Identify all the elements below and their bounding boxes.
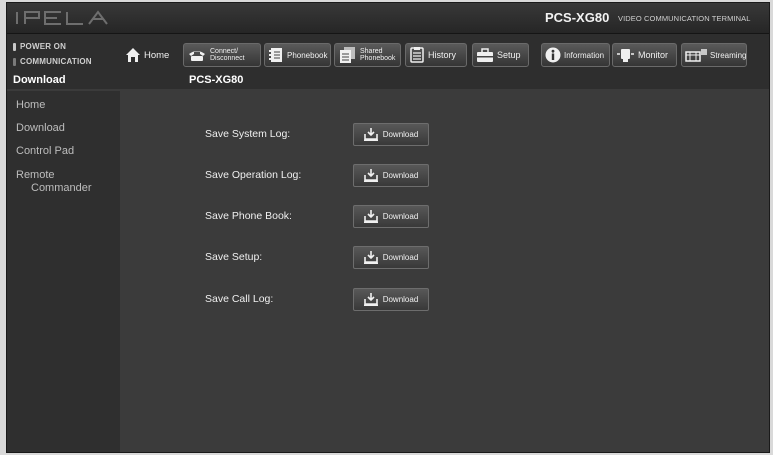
communication-indicator (13, 57, 16, 66)
nav-shared-phonebook-label: Shared Phonebook (360, 48, 395, 62)
sidebar-item-control-pad[interactable]: Control Pad (16, 145, 74, 157)
download-phone-book-button[interactable]: Download (353, 205, 429, 228)
nav-shared-phonebook-button[interactable]: Shared Phonebook (334, 43, 401, 67)
page-model-label: PCS-XG80 (189, 74, 244, 86)
product-subtitle: VIDEO COMMUNICATION TERMINAL (618, 14, 751, 23)
status-panel: POWER ON COMMUNICATION (13, 40, 92, 70)
communication-status: COMMUNICATION (13, 55, 92, 68)
toolbox-icon (477, 48, 493, 62)
nav-monitor-button[interactable]: Monitor (612, 43, 677, 67)
model-title: PCS-XG80 (545, 10, 610, 25)
download-button-label: Download (382, 171, 419, 180)
nav-history-label: History (428, 50, 457, 60)
nav-setup-button[interactable]: Setup (472, 43, 529, 67)
nav-history-button[interactable]: History (405, 43, 467, 67)
history-icon (410, 47, 424, 63)
toolbar: POWER ON COMMUNICATION Home Connect/ Dis… (7, 34, 769, 89)
app-window: PCS-XG80 VIDEO COMMUNICATION TERMINAL PO… (6, 2, 770, 453)
sidebar-item-remote-commander[interactable]: Remote Commander (16, 169, 92, 195)
save-operation-log-label: Save Operation Log: (205, 169, 302, 181)
download-icon (363, 210, 378, 223)
nav-phonebook-button[interactable]: Phonebook (264, 43, 331, 67)
title-bar: PCS-XG80 VIDEO COMMUNICATION TERMINAL (7, 3, 769, 34)
download-button-label: Download (382, 295, 419, 304)
sidebar: Home Download Control Pad Remote Command… (7, 91, 120, 452)
save-setup-label: Save Setup: (205, 251, 263, 263)
nav-connect-label-line2: Disconnect (210, 55, 245, 62)
download-button-label: Download (382, 212, 419, 221)
nav-information-label: Information (564, 50, 605, 60)
home-icon (126, 48, 140, 62)
nav-connect-label-line1: Connect/ (210, 48, 239, 55)
nav-information-button[interactable]: Information (541, 43, 610, 67)
power-status-label: POWER ON (20, 42, 67, 51)
nav-shared-phonebook-label-line1: Shared (360, 48, 383, 55)
sidebar-item-download[interactable]: Download (16, 122, 65, 134)
nav-streaming-button[interactable]: Streaming (681, 43, 747, 67)
nav-phonebook-label: Phonebook (287, 50, 328, 60)
nav-shared-phonebook-label-line2: Phonebook (360, 55, 396, 62)
sidebar-item-remote-line1: Remote (16, 169, 55, 181)
download-button-label: Download (382, 253, 419, 262)
streaming-icon (685, 49, 707, 62)
download-button-label: Download (382, 130, 419, 139)
nav-monitor-label: Monitor (638, 50, 669, 60)
power-status: POWER ON (13, 40, 92, 53)
download-icon (363, 169, 378, 182)
current-section-label: Download (13, 74, 66, 86)
info-icon (545, 47, 561, 63)
sidebar-item-remote-line2: Commander (31, 182, 92, 194)
save-phone-book-label: Save Phone Book: (205, 210, 292, 222)
download-icon (363, 128, 378, 141)
communication-status-label: COMMUNICATION (20, 57, 92, 66)
nav-setup-label: Setup (497, 50, 521, 60)
sidebar-item-home[interactable]: Home (16, 99, 45, 111)
shared-phonebook-icon (340, 47, 355, 63)
download-operation-log-button[interactable]: Download (353, 164, 429, 187)
power-indicator (13, 42, 16, 51)
phonebook-icon (269, 48, 282, 62)
nav-connect-label: Connect/ Disconnect (210, 48, 245, 62)
monitor-icon (617, 49, 634, 62)
download-call-log-button[interactable]: Download (353, 288, 429, 311)
save-system-log-label: Save System Log: (205, 128, 291, 140)
save-call-log-label: Save Call Log: (205, 293, 274, 305)
nav-connect-button[interactable]: Connect/ Disconnect (183, 43, 261, 67)
download-icon (363, 251, 378, 264)
nav-streaming-label: Streaming (710, 50, 747, 60)
download-icon (363, 293, 378, 306)
ipela-logo (16, 10, 108, 25)
main-content: Save System Log: Download Save Operation… (120, 91, 769, 452)
download-system-log-button[interactable]: Download (353, 123, 429, 146)
nav-home-button[interactable]: Home (121, 43, 177, 67)
phone-icon (189, 51, 205, 61)
download-setup-button[interactable]: Download (353, 246, 429, 269)
nav-home-label: Home (144, 49, 170, 61)
